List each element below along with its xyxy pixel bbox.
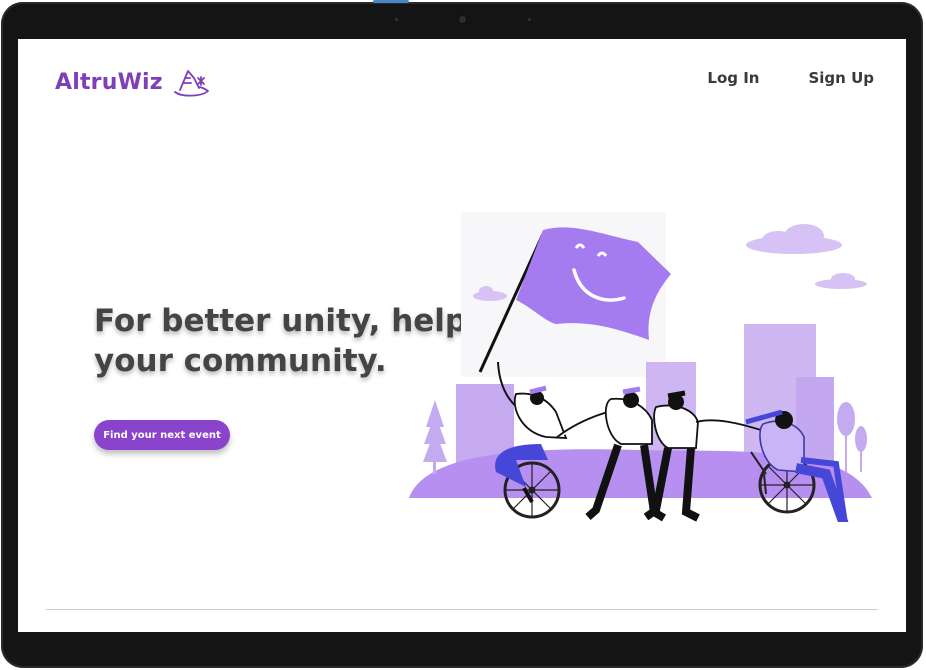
brand-name: AltruWiz [55, 69, 163, 95]
brand-logo[interactable]: AltruWiz [55, 66, 211, 98]
top-notch [373, 0, 409, 3]
find-event-button[interactable]: Find your next event [94, 420, 230, 450]
signup-link[interactable]: Sign Up [808, 69, 874, 87]
screen: AltruWiz Log In Sign Up For better unity… [18, 39, 906, 632]
tree-icon [423, 400, 447, 474]
login-link[interactable]: Log In [707, 69, 759, 87]
sensor-dot [395, 18, 398, 21]
cloud-icon [746, 224, 842, 254]
cloud-icon [815, 273, 867, 289]
footer-divider [46, 609, 878, 610]
top-nav: Log In Sign Up [707, 69, 874, 87]
camera-icon [457, 14, 468, 25]
tree-icon [837, 402, 867, 472]
community-flag-illustration [409, 212, 872, 522]
sensor-dot [528, 18, 531, 21]
device-frame: AltruWiz Log In Sign Up For better unity… [0, 0, 926, 670]
wizard-hat-icon [173, 70, 209, 97]
